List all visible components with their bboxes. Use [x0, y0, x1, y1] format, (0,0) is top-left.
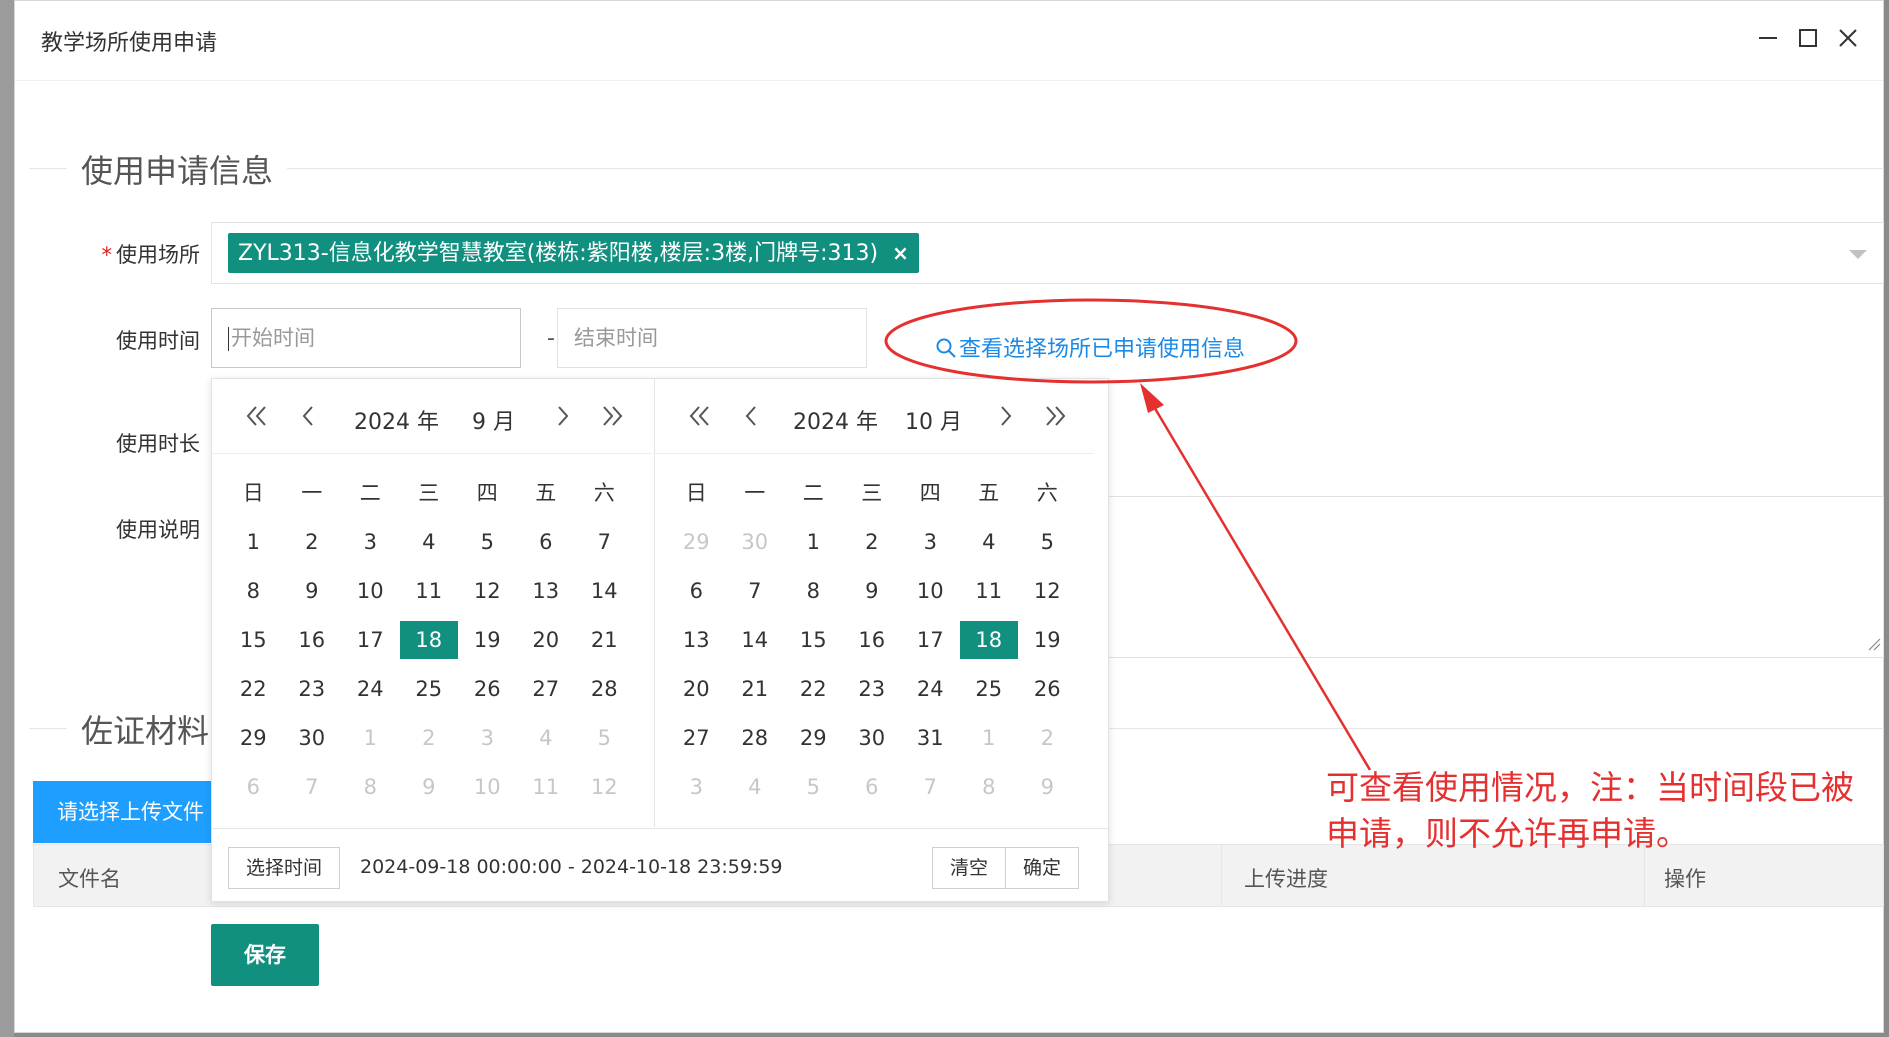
annotation-overlay: [884, 298, 1372, 771]
annotation-arrow-head: [1140, 383, 1164, 413]
annotation-arrow-line: [1148, 399, 1372, 771]
annotation-note: 可查看使用情况，注：当时间段已被申请，则不允许再申请。: [1326, 768, 1854, 853]
annotation-ellipse: [884, 298, 1298, 384]
